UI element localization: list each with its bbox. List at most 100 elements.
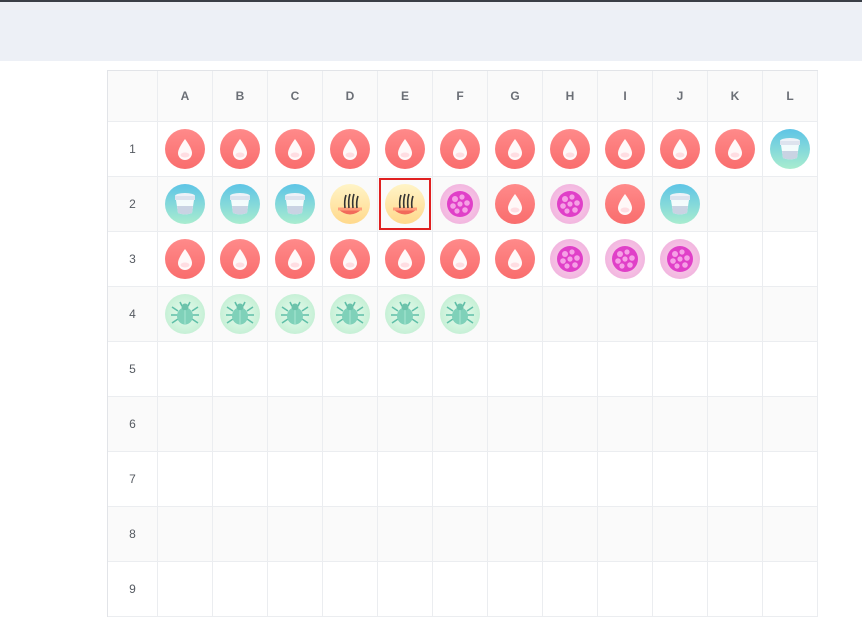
well-cell[interactable] <box>432 451 488 507</box>
well-a9[interactable] <box>158 562 212 616</box>
well-cell[interactable] <box>267 451 323 507</box>
well-f2[interactable] <box>433 177 487 231</box>
well-cell[interactable] <box>212 451 268 507</box>
well-b5[interactable] <box>213 342 267 396</box>
well-cell[interactable] <box>762 561 818 617</box>
well-cell[interactable] <box>597 506 653 562</box>
well-k5[interactable] <box>708 342 762 396</box>
well-cell[interactable] <box>597 121 653 177</box>
well-cell[interactable] <box>267 121 323 177</box>
well-cell[interactable] <box>322 176 378 232</box>
well-d1[interactable] <box>323 122 377 176</box>
well-cell[interactable] <box>707 451 763 507</box>
well-cell[interactable] <box>652 121 708 177</box>
well-cell[interactable] <box>267 341 323 397</box>
well-cell[interactable] <box>487 506 543 562</box>
well-l5[interactable] <box>763 342 817 396</box>
well-d9[interactable] <box>323 562 377 616</box>
well-i4[interactable] <box>598 287 652 341</box>
well-cell[interactable] <box>377 286 433 342</box>
well-e6[interactable] <box>378 397 432 451</box>
well-h1[interactable] <box>543 122 597 176</box>
well-cell[interactable] <box>707 231 763 287</box>
well-cell[interactable] <box>212 176 268 232</box>
well-cell[interactable] <box>157 121 213 177</box>
well-cell[interactable] <box>542 396 598 452</box>
well-cell[interactable] <box>707 396 763 452</box>
well-cell[interactable] <box>542 231 598 287</box>
well-cell[interactable] <box>322 286 378 342</box>
well-cell[interactable] <box>157 561 213 617</box>
well-cell[interactable] <box>322 506 378 562</box>
well-c4[interactable] <box>268 287 322 341</box>
well-a4[interactable] <box>158 287 212 341</box>
well-cell[interactable] <box>542 561 598 617</box>
well-cell[interactable] <box>487 396 543 452</box>
well-cell[interactable] <box>652 506 708 562</box>
well-a8[interactable] <box>158 507 212 561</box>
well-cell[interactable] <box>377 341 433 397</box>
well-cell[interactable] <box>762 231 818 287</box>
well-cell[interactable] <box>377 451 433 507</box>
well-cell[interactable] <box>212 341 268 397</box>
well-d3[interactable] <box>323 232 377 286</box>
well-cell[interactable] <box>322 231 378 287</box>
well-cell[interactable] <box>157 506 213 562</box>
well-b2[interactable] <box>213 177 267 231</box>
well-g2[interactable] <box>488 177 542 231</box>
well-d2[interactable] <box>323 177 377 231</box>
well-cell[interactable] <box>322 341 378 397</box>
well-j2[interactable] <box>653 177 707 231</box>
well-f5[interactable] <box>433 342 487 396</box>
well-cell[interactable] <box>762 121 818 177</box>
well-cell[interactable] <box>432 121 488 177</box>
well-k7[interactable] <box>708 452 762 506</box>
well-e1[interactable] <box>378 122 432 176</box>
well-j1[interactable] <box>653 122 707 176</box>
well-b8[interactable] <box>213 507 267 561</box>
well-cell[interactable] <box>652 341 708 397</box>
well-cell[interactable] <box>377 121 433 177</box>
well-k2[interactable] <box>708 177 762 231</box>
well-cell[interactable] <box>157 286 213 342</box>
well-cell[interactable] <box>432 341 488 397</box>
well-j7[interactable] <box>653 452 707 506</box>
well-b4[interactable] <box>213 287 267 341</box>
well-cell[interactable] <box>652 231 708 287</box>
well-cell[interactable] <box>487 176 543 232</box>
well-b9[interactable] <box>213 562 267 616</box>
well-l6[interactable] <box>763 397 817 451</box>
well-k8[interactable] <box>708 507 762 561</box>
well-cell[interactable] <box>707 561 763 617</box>
well-a6[interactable] <box>158 397 212 451</box>
well-f6[interactable] <box>433 397 487 451</box>
well-c2[interactable] <box>268 177 322 231</box>
well-h2[interactable] <box>543 177 597 231</box>
well-e3[interactable] <box>378 232 432 286</box>
well-cell[interactable] <box>652 286 708 342</box>
well-cell[interactable] <box>652 561 708 617</box>
well-cell[interactable] <box>707 286 763 342</box>
well-d7[interactable] <box>323 452 377 506</box>
well-a5[interactable] <box>158 342 212 396</box>
well-cell[interactable] <box>597 341 653 397</box>
well-h8[interactable] <box>543 507 597 561</box>
well-cell[interactable] <box>432 231 488 287</box>
well-l2[interactable] <box>763 177 817 231</box>
well-e7[interactable] <box>378 452 432 506</box>
well-k4[interactable] <box>708 287 762 341</box>
well-c6[interactable] <box>268 397 322 451</box>
well-cell[interactable] <box>762 176 818 232</box>
well-e5[interactable] <box>378 342 432 396</box>
well-d5[interactable] <box>323 342 377 396</box>
well-h3[interactable] <box>543 232 597 286</box>
well-cell[interactable] <box>322 451 378 507</box>
well-h7[interactable] <box>543 452 597 506</box>
well-cell[interactable] <box>542 176 598 232</box>
well-cell[interactable] <box>322 561 378 617</box>
well-j5[interactable] <box>653 342 707 396</box>
well-d6[interactable] <box>323 397 377 451</box>
well-cell[interactable] <box>212 121 268 177</box>
well-cell[interactable] <box>377 176 433 232</box>
well-cell[interactable] <box>597 286 653 342</box>
